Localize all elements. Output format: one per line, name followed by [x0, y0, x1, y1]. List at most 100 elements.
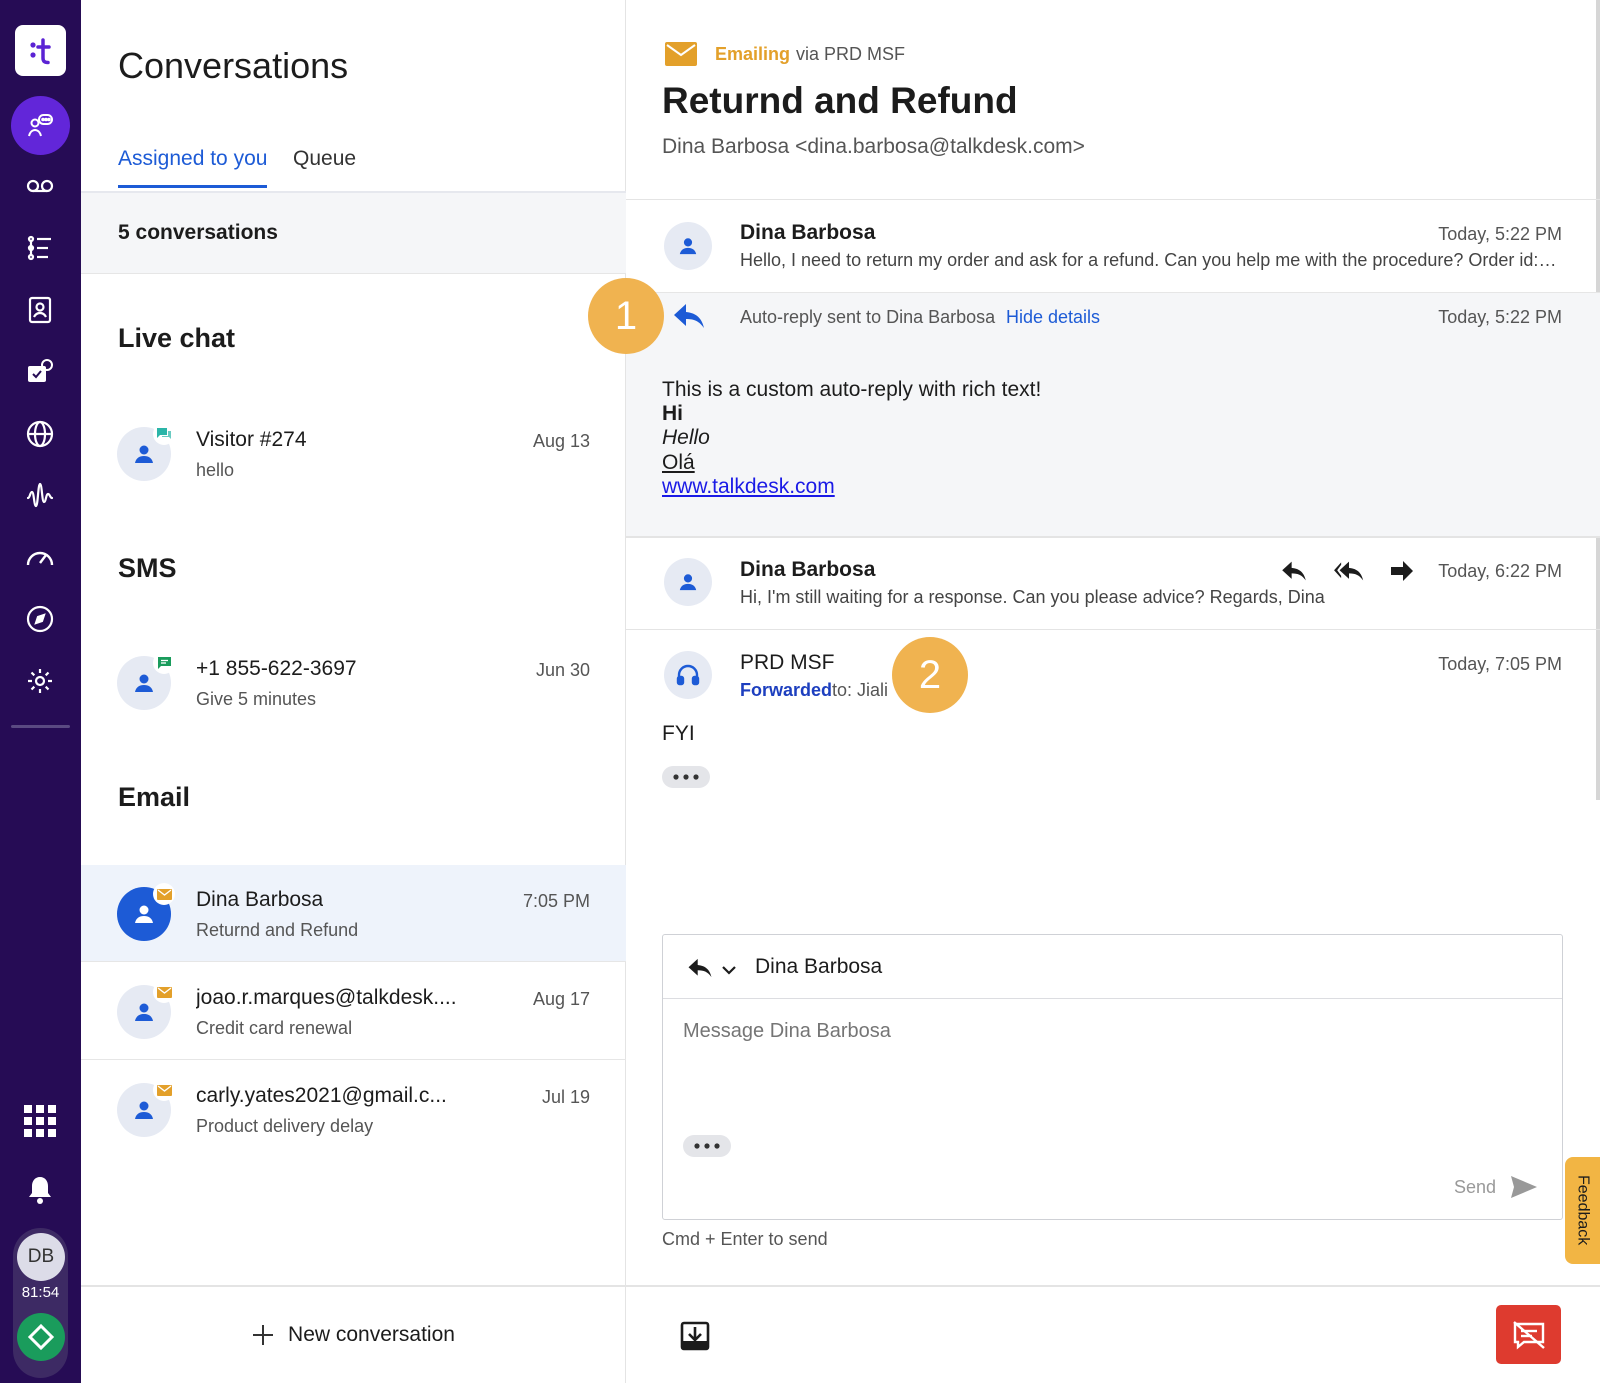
conversation-preview: Returnd and Refund	[196, 920, 359, 940]
conversation-from: Dina Barbosa <dina.barbosa@talkdesk.com>	[662, 135, 1085, 158]
conversation-preview: hello	[196, 460, 235, 480]
conversation-preview: Credit card renewal	[196, 1018, 353, 1038]
message-preview[interactable]: Hello, I need to return my order and ask…	[740, 250, 1560, 271]
section-email: Email	[118, 782, 191, 812]
gear-icon[interactable]	[16, 661, 64, 701]
feedback-tab[interactable]: Feedback	[1565, 1157, 1600, 1264]
reply-mode-icon[interactable]	[687, 957, 713, 984]
auto-reply-bold: Hi	[662, 402, 683, 425]
send-button[interactable]: Send	[1454, 1175, 1538, 1199]
reply-icon	[672, 302, 706, 335]
conversation-item-dina[interactable]: Dina Barbosa Returnd and Refund 7:05 PM	[81, 865, 626, 962]
envelope-icon	[153, 981, 175, 1003]
compass-icon[interactable]	[16, 599, 64, 639]
message-body: FYI	[662, 722, 695, 745]
callout-badge-2: 2	[892, 637, 968, 713]
conversation-preview: Give 5 minutes	[196, 689, 317, 709]
callout-badge-1: 1	[588, 278, 664, 354]
conversation-name: joao.r.marques@talkdesk....	[196, 986, 457, 1009]
globe-icon[interactable]	[16, 414, 64, 454]
avatar	[664, 651, 712, 699]
new-conversation-label: New conversation	[288, 1323, 455, 1346]
auto-reply-line: This is a custom auto-reply with rich te…	[662, 378, 1042, 401]
conversation-date: Jul 19	[541, 1087, 590, 1107]
forwarded-label: Forwarded	[740, 680, 833, 700]
message-time: Today, 5:22 PM	[1438, 224, 1562, 244]
message-sender: Dina Barbosa	[740, 221, 876, 244]
send-icon	[1511, 1176, 1537, 1198]
conversation-item-visitor[interactable]: Visitor #274 hello Aug 13	[81, 405, 626, 502]
sms-icon	[153, 652, 175, 674]
rail-divider	[11, 725, 70, 728]
queue-list-icon[interactable]	[16, 228, 64, 268]
avatar	[664, 222, 712, 270]
section-sms: SMS	[118, 553, 177, 583]
reply-all-icon[interactable]	[1332, 560, 1366, 587]
inbox-download-icon[interactable]	[680, 1321, 710, 1356]
conversation-date: Aug 17	[532, 989, 590, 1009]
conversation-item-sms[interactable]: +1 855-622-3697 Give 5 minutes Jun 30	[81, 634, 626, 731]
more-options-icon[interactable]	[683, 1135, 731, 1157]
footer-divider	[626, 1285, 1600, 1287]
conversation-preview: Product delivery delay	[196, 1116, 374, 1136]
contacts-icon[interactable]	[16, 290, 64, 330]
auto-reply-link[interactable]: www.talkdesk.com	[662, 475, 835, 499]
plus-icon	[253, 1325, 274, 1345]
waveform-icon[interactable]	[16, 476, 64, 516]
conversation-date: 7:05 PM	[522, 891, 590, 911]
reply-composer: Dina Barbosa Send	[662, 934, 1563, 1220]
talkdesk-logo-icon[interactable]	[15, 25, 66, 76]
user-avatar[interactable]: DB	[17, 1233, 65, 1281]
conversation-date: Aug 13	[532, 431, 590, 451]
grid-icon[interactable]	[16, 1101, 64, 1141]
dashboard-icon[interactable]	[16, 537, 64, 577]
conversation-name: carly.yates2021@gmail.c...	[196, 1084, 447, 1107]
reply-icon[interactable]	[1280, 560, 1308, 587]
conversations-icon[interactable]	[11, 96, 70, 155]
send-label: Send	[1453, 1176, 1496, 1197]
voicemail-icon[interactable]	[16, 166, 64, 206]
tab-assigned[interactable]: Assigned to you	[118, 147, 268, 188]
auto-reply-text: Auto-reply sent to Dina Barbosa	[740, 307, 996, 327]
conversation-name: +1 855-622-3697	[196, 657, 357, 680]
new-conversation-button[interactable]: New conversation	[81, 1285, 626, 1383]
conversation-name: Dina Barbosa	[196, 888, 324, 911]
more-options-icon[interactable]	[662, 766, 710, 788]
conversation-item-carly[interactable]: carly.yates2021@gmail.c... Product deliv…	[81, 1061, 626, 1158]
message-input[interactable]	[683, 1020, 1533, 1043]
channel-line: Emailing via PRD MSF	[665, 42, 905, 66]
forwarded-to: to: Jiali	[832, 680, 889, 700]
section-live-chat: Live chat	[118, 323, 236, 353]
composer-recipient: Dina Barbosa	[755, 955, 883, 978]
message-preview[interactable]: Hi, I'm still waiting for a response. Ca…	[740, 587, 1340, 608]
channel-via: via PRD MSF	[796, 43, 906, 64]
hide-details-link[interactable]: Hide details	[1006, 307, 1100, 328]
feedback-label: Feedback	[1574, 1175, 1592, 1246]
status-timer: 81:54	[21, 1284, 60, 1301]
bell-icon[interactable]	[16, 1170, 64, 1210]
envelope-icon	[153, 883, 175, 905]
auto-reply-time: Today, 5:22 PM	[1438, 307, 1562, 327]
message-sender: Dina Barbosa	[740, 558, 876, 581]
chevron-down-icon[interactable]	[721, 963, 737, 981]
envelope-icon	[665, 42, 697, 66]
app-rail: DB 81:54	[0, 0, 81, 1383]
conversation-name: Visitor #274	[196, 428, 307, 451]
case-settings-icon[interactable]	[16, 352, 64, 392]
diamond-status-icon[interactable]	[17, 1313, 65, 1361]
conversation-item-joao[interactable]: joao.r.marques@talkdesk.... Credit card …	[81, 963, 626, 1060]
envelope-icon	[153, 1079, 175, 1101]
auto-reply-italic: Hello	[662, 426, 710, 449]
send-hint: Cmd + Enter to send	[662, 1229, 828, 1249]
conversation-date: Jun 30	[535, 660, 590, 680]
header-divider	[626, 199, 1600, 200]
forward-icon[interactable]	[1390, 560, 1414, 587]
conversation-subject: Returnd and Refund	[662, 80, 1018, 121]
channel-label: Emailing	[715, 43, 791, 64]
chat-icon	[153, 423, 175, 445]
tab-queue[interactable]: Queue	[293, 147, 356, 185]
end-conversation-button[interactable]	[1496, 1305, 1561, 1364]
auto-reply-underline: Olá	[662, 451, 695, 474]
page-title: Conversations	[118, 45, 349, 86]
message-time: Today, 6:22 PM	[1438, 561, 1562, 581]
